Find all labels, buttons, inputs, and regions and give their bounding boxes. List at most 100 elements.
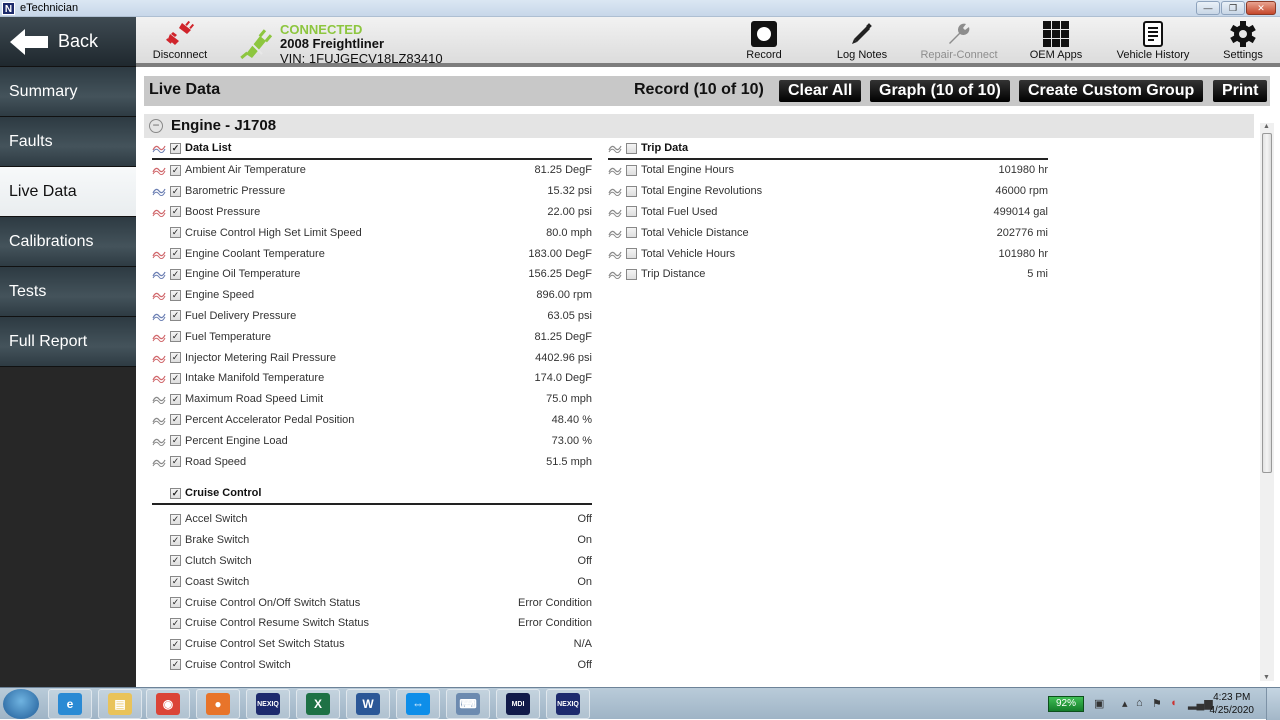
row-checkbox[interactable] [626,248,637,260]
power-plug-icon[interactable]: ▣ [1094,697,1104,710]
usb-icon[interactable]: ⌂ [1136,697,1143,709]
taskbar-app-word[interactable]: W [346,689,390,719]
graph-icon[interactable] [152,165,167,176]
sidebar-item-full-report[interactable]: Full Report [0,317,136,367]
group-checkbox-cruise-control[interactable]: ✓ [170,487,181,499]
row-checkbox[interactable] [626,164,637,176]
close-button[interactable]: ✕ [1246,1,1276,15]
clock[interactable]: 4:23 PM 4/25/2020 [1210,691,1255,717]
volume-muted-icon[interactable]: ◖ [1170,697,1177,709]
row-checkbox[interactable]: ✓ [170,534,181,546]
graph-icon[interactable] [152,457,167,467]
show-hidden-icons[interactable]: ▴ [1122,697,1128,710]
graph-icon[interactable] [152,290,167,301]
row-checkbox[interactable]: ✓ [170,372,181,384]
row-checkbox[interactable]: ✓ [170,393,181,405]
taskbar-app-nexiq[interactable]: NEXIQ [246,689,290,719]
graph-icon[interactable] [608,143,623,153]
graph-icon[interactable] [152,143,167,153]
collapse-icon[interactable]: − [149,119,163,133]
row-checkbox[interactable] [626,268,637,280]
row-checkbox[interactable] [626,206,637,218]
row-checkbox[interactable]: ✓ [170,597,181,609]
taskbar-app-chrome[interactable]: ◉ [146,689,190,719]
graph-icon[interactable] [152,186,167,197]
row-checkbox[interactable] [626,227,637,239]
sidebar-item-live-data[interactable]: Live Data [0,167,136,217]
group-checkbox-data-list[interactable]: ✓ [170,142,181,154]
row-checkbox[interactable]: ✓ [170,185,181,197]
row-checkbox[interactable]: ✓ [170,352,181,364]
row-checkbox[interactable]: ✓ [170,456,181,468]
show-desktop-button[interactable] [1266,688,1280,720]
row-checkbox[interactable]: ✓ [170,414,181,426]
taskbar-app-firefox[interactable]: ● [196,689,240,719]
row-checkbox[interactable]: ✓ [170,638,181,650]
graph-button[interactable]: Graph (10 of 10) [870,80,1010,102]
scroll-down-icon[interactable]: ▼ [1263,674,1270,681]
oem-apps-button[interactable]: OEM Apps [1024,19,1088,65]
graph-icon[interactable] [608,228,623,238]
back-button[interactable]: Back [0,17,136,67]
minimize-button[interactable]: — [1196,1,1220,15]
repair-connect-button[interactable]: Repair-Connect [916,19,1002,65]
taskbar-app-nexiq-etechnician[interactable]: NEXIQ [546,689,590,719]
row-checkbox[interactable]: ✓ [170,164,181,176]
graph-icon[interactable] [152,436,167,446]
row-checkbox[interactable]: ✓ [170,555,181,567]
row-checkbox[interactable]: ✓ [170,248,181,260]
row-checkbox[interactable]: ✓ [170,289,181,301]
create-custom-group-button[interactable]: Create Custom Group [1019,80,1204,102]
graph-icon[interactable] [152,249,167,259]
graph-icon[interactable] [152,394,167,405]
print-button[interactable]: Print [1213,80,1268,102]
row-checkbox[interactable]: ✓ [170,435,181,447]
row-checkbox[interactable]: ✓ [170,310,181,322]
disconnect-button[interactable]: Disconnect [150,19,210,65]
vertical-scrollbar[interactable]: ▲ ▼ [1260,123,1274,681]
restore-button[interactable]: ❐ [1221,1,1245,15]
graph-icon[interactable] [152,269,167,280]
graph-icon[interactable] [608,165,623,176]
taskbar-app-device-manager[interactable]: ⌨ [446,689,490,719]
row-checkbox[interactable]: ✓ [170,513,181,525]
graph-icon[interactable] [152,373,167,384]
graph-icon[interactable] [152,311,167,321]
row-checkbox[interactable]: ✓ [170,331,181,343]
graph-icon[interactable] [152,332,167,342]
scroll-up-icon[interactable]: ▲ [1263,123,1270,130]
sidebar-item-summary[interactable]: Summary [0,67,136,117]
sidebar-item-tests[interactable]: Tests [0,267,136,317]
clear-all-button[interactable]: Clear All [779,80,862,102]
group-checkbox-trip-data[interactable] [626,142,637,154]
taskbar-app-mdi[interactable]: MDI [496,689,540,719]
taskbar-app-file-explorer[interactable]: ▤ [98,689,142,719]
taskbar-app-excel[interactable]: X [296,689,340,719]
log-notes-button[interactable]: Log Notes [829,19,895,65]
graph-icon[interactable] [608,249,623,259]
sidebar-item-faults[interactable]: Faults [0,117,136,167]
graph-icon[interactable] [152,353,167,363]
taskbar-app-internet-explorer[interactable]: e [48,689,92,719]
row-checkbox[interactable] [626,185,637,197]
flag-icon[interactable]: ⚑ [1152,697,1162,710]
record-button[interactable]: Record [732,19,796,65]
row-checkbox[interactable]: ✓ [170,227,181,239]
vehicle-history-button[interactable]: Vehicle History [1114,19,1192,65]
start-button[interactable] [3,689,39,719]
row-checkbox[interactable]: ✓ [170,268,181,280]
graph-icon[interactable] [152,415,167,425]
row-checkbox[interactable]: ✓ [170,617,181,629]
taskbar-app-teamviewer[interactable]: ⇔ [396,689,440,719]
row-checkbox[interactable]: ✓ [170,659,181,671]
graph-icon[interactable] [152,207,167,217]
battery-indicator[interactable]: 92% [1048,696,1084,712]
graph-icon[interactable] [608,207,623,217]
graph-icon[interactable] [608,186,623,197]
graph-icon[interactable] [608,269,623,280]
row-checkbox[interactable]: ✓ [170,206,181,218]
settings-button[interactable]: Settings [1218,19,1268,65]
scrollbar-thumb[interactable] [1262,133,1272,473]
row-checkbox[interactable]: ✓ [170,576,181,588]
sidebar-item-calibrations[interactable]: Calibrations [0,217,136,267]
